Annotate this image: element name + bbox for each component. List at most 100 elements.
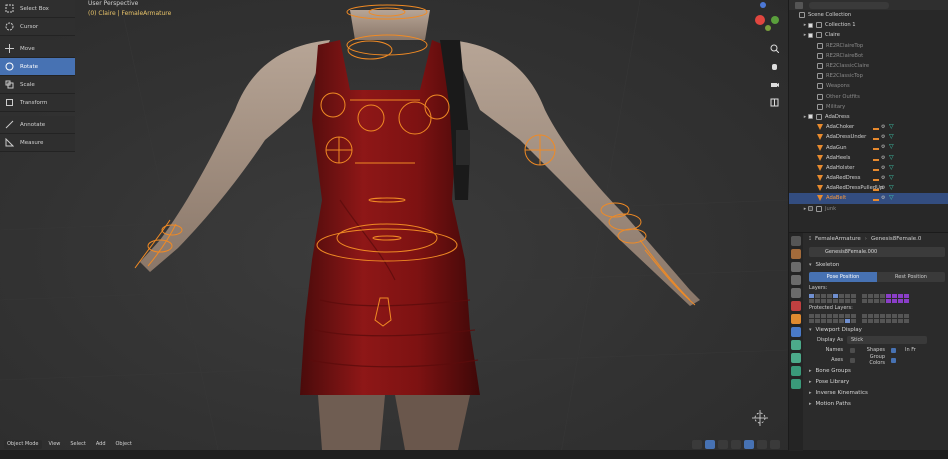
modifier-tab-icon[interactable] [791,327,801,337]
outliner-row-label: AdaChoker [826,124,855,131]
menu-view[interactable]: View [46,440,64,449]
constraints-tab-icon[interactable] [791,353,801,363]
shading-rendered-icon[interactable] [770,439,780,449]
tool-rotate[interactable]: Rotate [0,58,75,76]
layer-grid-left[interactable] [809,293,856,303]
viewport-display-panel-header[interactable]: ▾ Viewport Display [805,324,948,335]
outliner-row[interactable]: AdaRedDress ⚙ ▽ [789,173,948,183]
view-layer-tab-icon[interactable] [791,275,801,285]
outliner-row[interactable]: AdaHolster ⚙ ▽ [789,163,948,173]
overlay-toggle-icon[interactable] [705,439,715,449]
menu-object[interactable]: Object [113,440,135,449]
world-tab-icon[interactable] [791,301,801,311]
outliner-row[interactable]: AdaHeels ⚙ ▽ [789,153,948,163]
outliner-row[interactable]: RE2ClassicClaire [789,61,948,71]
viewport-context-label: (0) Claire | FemaleArmature [88,10,172,17]
outliner-row[interactable]: Other Outfits [789,92,948,102]
layer-grid-right[interactable] [862,293,909,303]
armature-object-icon [817,195,823,202]
menu-add[interactable]: Add [93,440,109,449]
inverse-kinematics-panel-header[interactable]: ▸ Inverse Kinematics [805,387,948,398]
grid-view-icon[interactable] [766,94,782,110]
outliner-row[interactable]: Scene Collection [789,10,948,20]
pose-library-panel-header[interactable]: ▸ Pose Library [805,376,948,387]
panel-title: Motion Paths [815,400,851,407]
outliner-row[interactable]: ▸ AdaDress [789,112,948,122]
tool-move[interactable]: Move [0,40,75,58]
motion-paths-panel-header[interactable]: ▸ Motion Paths [805,398,948,409]
3d-viewport[interactable]: User Perspective (0) Claire | FemaleArma… [0,0,788,459]
outliner-row[interactable]: RE2RClaireTop [789,41,948,51]
xray-toggle-icon[interactable] [718,439,728,449]
collection-icon [817,93,823,100]
mode-dropdown[interactable]: Object Mode [4,439,42,449]
outliner-row[interactable]: Weapons [789,81,948,91]
bone-tab-icon[interactable] [791,379,801,389]
outliner-row-label: Junk [825,205,837,212]
tool-label: Select Box [20,5,49,12]
collection-checkbox[interactable] [808,22,813,28]
tool-measure[interactable]: Measure [0,134,75,152]
bone-groups-panel-header[interactable]: ▸ Bone Groups [805,365,948,376]
outliner-row[interactable]: ▸ Claire [789,30,948,40]
protected-grid-left[interactable] [809,313,856,323]
outliner-row-label: AdaHeels [826,154,851,161]
tool-transform[interactable]: Transform [0,94,75,112]
bone-layers [805,292,948,304]
collection-icon [817,52,823,59]
modifier-tags: ⚙ ▽ [873,144,895,151]
outliner-row[interactable]: Military [789,102,948,112]
panel-title: Skeleton [815,261,840,268]
gizmo-toggle-icon[interactable] [692,439,702,449]
outliner-filter-icon[interactable] [809,1,889,9]
outliner-row[interactable]: AdaBelt ⚙ ▽ [789,193,948,204]
group-colors-checkbox[interactable] [891,357,896,363]
properties-content: ⟟ FemaleArmature › Genesis8Female.0 Gene… [805,233,948,451]
scene-tab-icon[interactable] [791,288,801,298]
viewport-perspective-label: User Perspective [88,0,139,7]
collection-checkbox[interactable] [808,206,813,212]
axes-checkbox[interactable] [850,357,855,363]
collection-checkbox[interactable] [808,114,813,120]
rest-position-button[interactable]: Rest Position [877,272,945,282]
shading-solid-icon[interactable] [744,439,754,449]
tool-tab-icon[interactable] [791,236,801,246]
outliner-row[interactable]: AdaDressUnder ⚙ ▽ [789,132,948,142]
modifier-icon: ⚙ [881,164,886,171]
outliner-row[interactable]: ▸ Collection 1 [789,20,948,30]
scene-render [0,0,788,459]
outliner-row[interactable]: RE2RClaireBot [789,51,948,61]
tool-annotate[interactable]: Annotate [0,116,75,134]
armature-data-name: Genesis8Female.000 [825,249,878,255]
names-label: Names [825,347,843,353]
shapes-checkbox[interactable] [891,347,896,353]
armature-data-field[interactable]: Genesis8Female.000 [809,247,945,257]
tool-scale[interactable]: Scale [0,76,75,94]
outliner-row[interactable]: AdaGun ⚙ ▽ [789,142,948,152]
pose-position-button[interactable]: Pose Position [809,272,877,282]
output-tab-icon[interactable] [791,262,801,272]
outliner-row[interactable]: ▸ Junk [789,204,948,214]
zoom-icon[interactable] [766,40,782,56]
outliner-row[interactable]: AdaRedDressPulledUp ⚙ ▽ [789,183,948,193]
tool-cursor[interactable]: Cursor [0,18,75,36]
armature-data-tab-icon[interactable] [791,366,801,376]
outliner-row[interactable]: AdaChoker ⚙ ▽ [789,122,948,132]
camera-icon[interactable] [766,76,782,92]
shading-wire-icon[interactable] [731,439,741,449]
protected-grid-right[interactable] [862,313,909,323]
collection-icon [817,63,823,70]
object-tab-icon[interactable] [791,314,801,324]
display-as-dropdown[interactable]: Stick [847,336,927,344]
tool-select-box[interactable]: Select Box [0,0,75,18]
render-tab-icon[interactable] [791,249,801,259]
names-checkbox[interactable] [850,347,855,353]
pan-hand-icon[interactable] [766,58,782,74]
collection-checkbox[interactable] [808,32,813,38]
menu-select[interactable]: Select [67,440,88,449]
outliner-display-mode-icon[interactable] [795,1,803,9]
skeleton-panel-header[interactable]: ▾ Skeleton [805,259,948,270]
outliner-row[interactable]: RE2ClassicTop [789,71,948,81]
shading-material-icon[interactable] [757,439,767,449]
physics-tab-icon[interactable] [791,340,801,350]
